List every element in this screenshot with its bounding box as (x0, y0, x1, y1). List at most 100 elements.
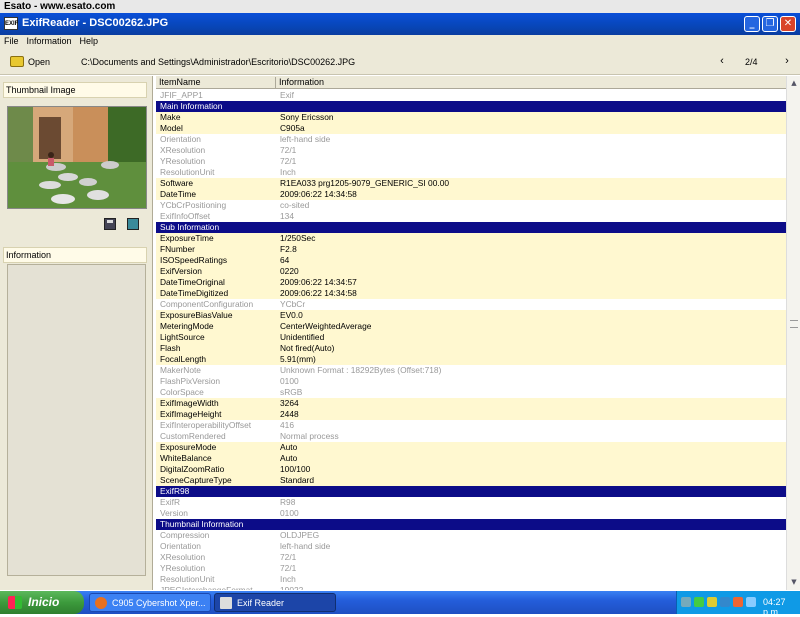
item-name-cell: ISOSpeedRatings (160, 255, 228, 265)
table-row[interactable]: ResolutionUnit Inch (156, 167, 786, 178)
maximize-button[interactable]: ❐ (762, 16, 778, 32)
update-icon[interactable] (746, 597, 756, 607)
item-value-cell: 0100 (280, 508, 299, 518)
table-row[interactable]: Orientation left-hand side (156, 134, 786, 145)
item-value-cell: Exif (280, 90, 294, 100)
table-row[interactable]: ExifR R98 (156, 497, 786, 508)
security-icon[interactable] (707, 597, 717, 607)
table-row[interactable]: ExposureMode Auto (156, 442, 786, 453)
menu-file[interactable]: File (0, 35, 23, 46)
antivirus-icon[interactable] (733, 597, 743, 607)
table-row[interactable]: YCbCrPositioning co-sited (156, 200, 786, 211)
table-header: ItemName Information (156, 76, 786, 89)
section-header-row[interactable]: Main Information (156, 101, 786, 112)
table-row[interactable]: MakerNote Unknown Format : 18292Bytes (Of… (156, 365, 786, 376)
item-value-cell: left-hand side (280, 134, 331, 144)
item-value-cell: Standard (280, 475, 314, 485)
table-row[interactable]: ExifVersion 0220 (156, 266, 786, 277)
item-name-cell: YResolution (160, 563, 206, 573)
vertical-scrollbar[interactable]: ▲ ▼ (786, 76, 800, 590)
table-row[interactable]: ComponentConfiguration YCbCr (156, 299, 786, 310)
left-pane: Thumbnail Image Information (0, 76, 153, 590)
item-name-cell: ExifInteroperabilityOffset (160, 420, 252, 430)
table-row[interactable]: YResolution 72/1 (156, 563, 786, 574)
table-row[interactable]: ExifInteroperabilityOffset 416 (156, 420, 786, 431)
scroll-up-icon[interactable]: ▲ (788, 77, 800, 89)
thumbnail-photo (8, 107, 146, 208)
minimize-button[interactable]: _ (744, 16, 760, 32)
scroll-down-icon[interactable]: ▼ (788, 576, 800, 588)
table-row[interactable]: DateTimeDigitized 2009:06:22 14:34:58 (156, 288, 786, 299)
column-header-itemname[interactable]: ItemName (156, 77, 276, 89)
exifreader-icon (220, 597, 232, 609)
item-value-cell: 2009:06:22 14:34:57 (280, 277, 357, 287)
table-row[interactable]: ExifImageWidth 3264 (156, 398, 786, 409)
item-name-cell: WhiteBalance (160, 453, 212, 463)
table-row[interactable]: JFIF_APP1 Exif (156, 90, 786, 101)
item-value-cell: Auto (280, 442, 298, 452)
item-value-cell: 3264 (280, 398, 299, 408)
taskbar-item-browser[interactable]: C905 Cybershot Xper... (89, 593, 211, 612)
start-button[interactable]: Inicio (0, 591, 84, 614)
volume-icon[interactable] (720, 597, 730, 607)
table-row[interactable]: DateTimeOriginal 2009:06:22 14:34:57 (156, 277, 786, 288)
table-row[interactable]: DateTime 2009:06:22 14:34:58 (156, 189, 786, 200)
table-row[interactable]: LightSource Unidentified (156, 332, 786, 343)
menu-information[interactable]: Information (23, 35, 76, 46)
table-row[interactable]: CustomRendered Normal process (156, 431, 786, 442)
item-name-cell: ExposureTime (160, 233, 214, 243)
tray-arrow-icon[interactable] (681, 597, 691, 607)
table-row[interactable]: WhiteBalance Auto (156, 453, 786, 464)
table-row[interactable]: MeteringMode CenterWeightedAverage (156, 321, 786, 332)
table-row[interactable]: XResolution 72/1 (156, 145, 786, 156)
previous-button[interactable]: ‹ (716, 55, 728, 67)
table-row[interactable]: Compression OLDJPEG (156, 530, 786, 541)
table-row[interactable]: FlashPixVersion 0100 (156, 376, 786, 387)
save-icon[interactable] (104, 218, 116, 230)
table-row[interactable]: SceneCaptureType Standard (156, 475, 786, 486)
item-value-cell: 0220 (280, 266, 299, 276)
table-row[interactable]: XResolution 72/1 (156, 552, 786, 563)
column-header-information[interactable]: Information (276, 77, 786, 89)
table-row[interactable]: Version 0100 (156, 508, 786, 519)
table-row[interactable]: FNumber F2.8 (156, 244, 786, 255)
table-row[interactable]: ExposureTime 1/250Sec (156, 233, 786, 244)
scroll-thumb[interactable] (790, 320, 798, 328)
section-header-row[interactable]: ExifR98 (156, 486, 786, 497)
table-row[interactable]: FocalLength 5.91(mm) (156, 354, 786, 365)
open-button[interactable]: Open (8, 54, 66, 70)
clock: 04:27 p.m. (763, 597, 786, 617)
item-name-cell: Thumbnail Information (160, 519, 244, 529)
table-row[interactable]: ExposureBiasValue EV0.0 (156, 310, 786, 321)
next-button[interactable]: › (781, 55, 793, 67)
table-row[interactable]: YResolution 72/1 (156, 156, 786, 167)
table-row[interactable]: Orientation left-hand side (156, 541, 786, 552)
table-row[interactable]: ExifImageHeight 2448 (156, 409, 786, 420)
section-header-row[interactable]: Thumbnail Information (156, 519, 786, 530)
table-row[interactable]: Software R1EA033 prg1205-9079_GENERIC_SI … (156, 178, 786, 189)
item-value-cell: YCbCr (280, 299, 306, 309)
menu-help[interactable]: Help (76, 35, 103, 46)
site-banner: Esato - www.esato.com (0, 0, 800, 13)
table-row[interactable]: ColorSpace sRGB (156, 387, 786, 398)
network-icon[interactable] (694, 597, 704, 607)
section-header-row[interactable]: Sub Information (156, 222, 786, 233)
table-row[interactable]: DigitalZoomRatio 100/100 (156, 464, 786, 475)
item-name-cell: SceneCaptureType (160, 475, 232, 485)
table-row[interactable]: ISOSpeedRatings 64 (156, 255, 786, 266)
item-value-cell: 2009:06:22 14:34:58 (280, 288, 357, 298)
item-name-cell: DateTime (160, 189, 196, 199)
table-row[interactable]: Make Sony Ericsson (156, 112, 786, 123)
item-value-cell: Normal process (280, 431, 339, 441)
table-row[interactable]: JPEGInterchangeFormat 19022 (156, 585, 786, 590)
taskbar-item-exifreader[interactable]: Exif Reader (214, 593, 336, 612)
table-row[interactable]: Flash Not fired(Auto) (156, 343, 786, 354)
item-value-cell: 72/1 (280, 145, 297, 155)
table-row[interactable]: ExifInfoOffset 134 (156, 211, 786, 222)
item-name-cell: XResolution (160, 552, 206, 562)
view-image-icon[interactable] (127, 218, 139, 230)
close-button[interactable]: ✕ (780, 16, 796, 32)
table-row[interactable]: ResolutionUnit Inch (156, 574, 786, 585)
app-icon: EXIF (4, 17, 18, 30)
table-row[interactable]: Model C905a (156, 123, 786, 134)
